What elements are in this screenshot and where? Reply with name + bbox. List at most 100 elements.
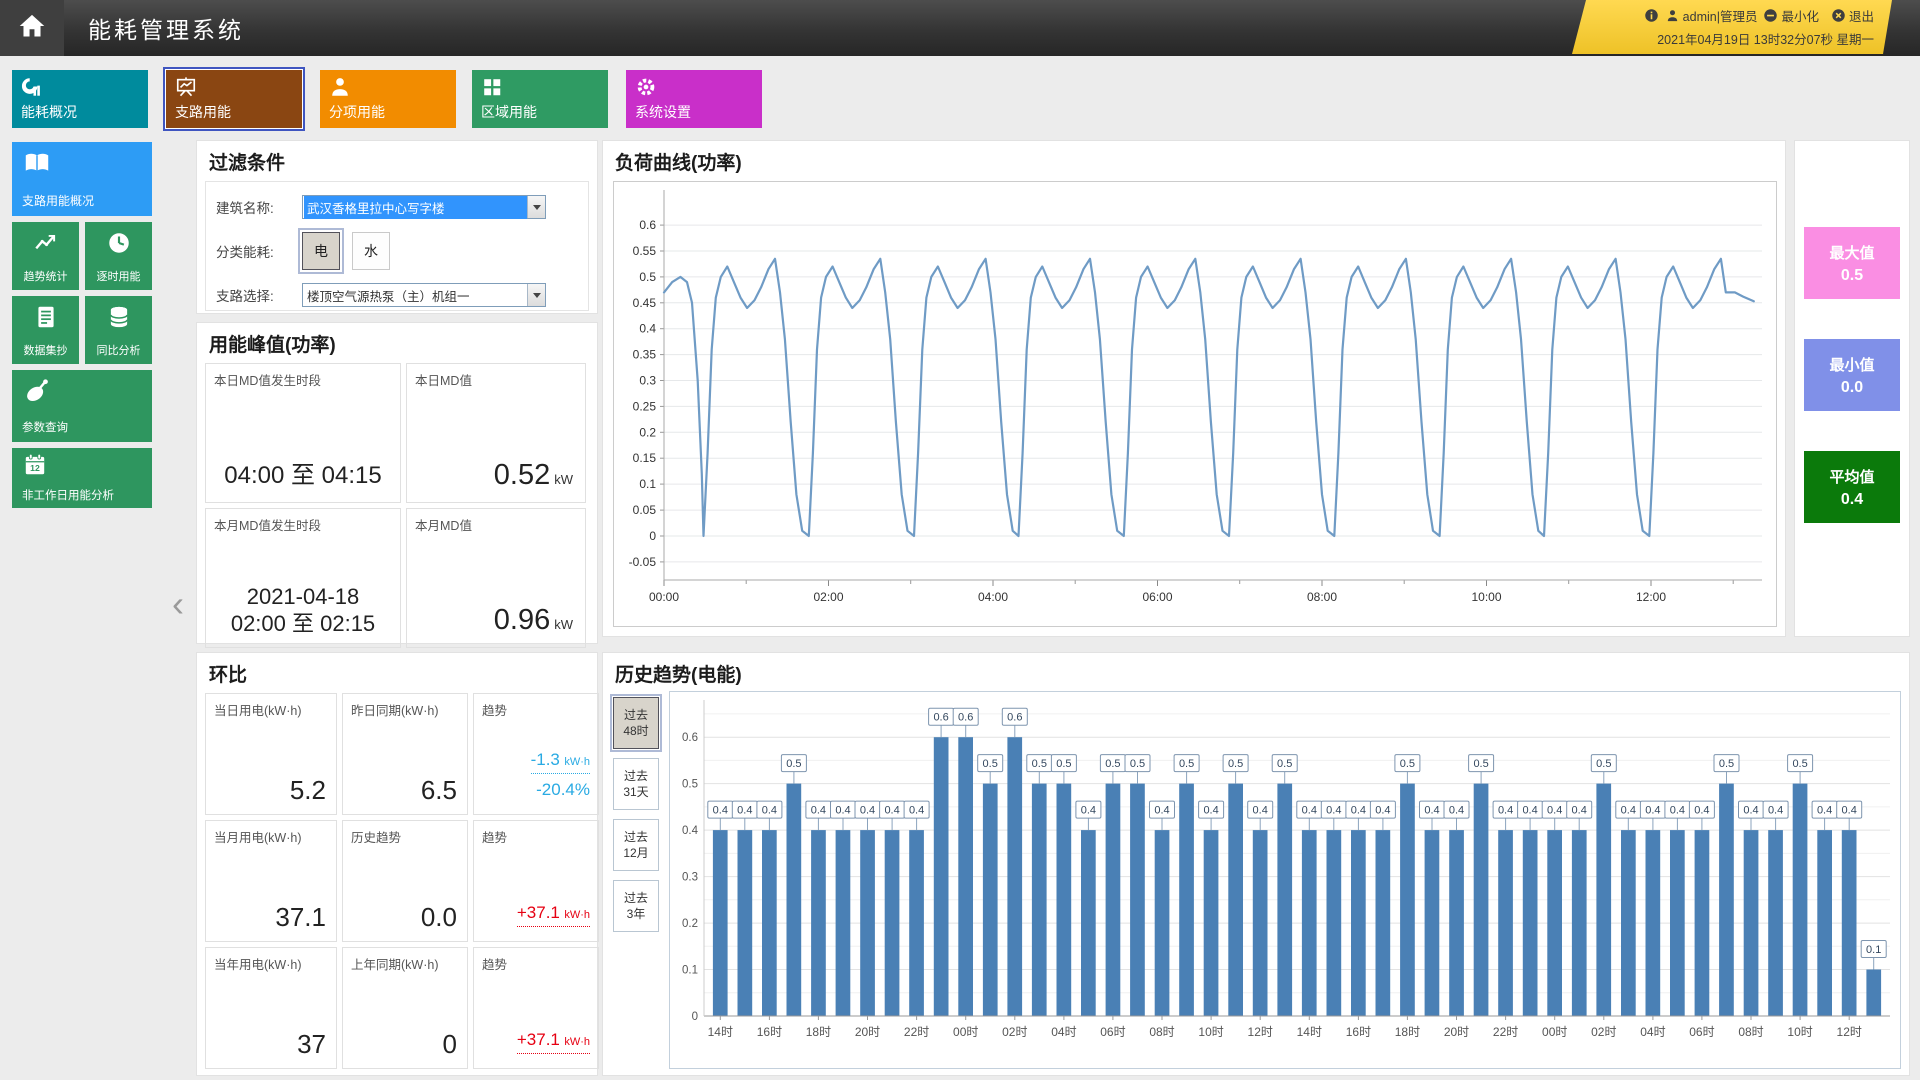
sidebar-item-label: 非工作日用能分析 xyxy=(22,487,114,503)
card-value: 0.52kW xyxy=(494,459,573,492)
svg-text:0.3: 0.3 xyxy=(639,374,656,388)
cell-value: +37.1 kW·h xyxy=(517,903,590,927)
svg-text:0.4: 0.4 xyxy=(1670,805,1685,817)
ring-comparison-title: 环比 xyxy=(209,660,597,687)
energy-type-electric-button[interactable]: 电 xyxy=(302,232,340,270)
bar xyxy=(1376,830,1391,1016)
bar xyxy=(738,830,753,1016)
svg-text:0.5: 0.5 xyxy=(682,779,698,791)
nav-tab-branch-energy[interactable]: 支路用能 xyxy=(166,70,302,128)
building-label: 建筑名称: xyxy=(216,197,302,217)
svg-text:0.15: 0.15 xyxy=(633,451,657,465)
cell-value: -1.3 kW·h -20.4% xyxy=(531,750,590,800)
bar xyxy=(983,784,998,1016)
card-label: 本月MD值发生时段 xyxy=(214,515,321,534)
sidebar-item-trend-stats[interactable]: 趋势统计 xyxy=(12,222,79,290)
logout-button[interactable]: 退出 xyxy=(1831,6,1874,25)
load-curve-title: 负荷曲线(功率) xyxy=(615,148,1785,175)
bar xyxy=(1498,830,1513,1016)
md-card-today-period: 本日MD值发生时段 04:00 至 04:15 xyxy=(205,363,401,503)
building-select[interactable]: 武汉香格里拉中心写字楼 xyxy=(302,195,546,219)
nav-tab-energy-overview[interactable]: 能耗概况 xyxy=(12,70,148,128)
cell-value: +37.1 kW·h xyxy=(517,1030,590,1054)
home-button[interactable] xyxy=(0,0,64,56)
svg-text:0.1: 0.1 xyxy=(1866,944,1881,956)
sidebar-item-hourly-energy[interactable]: 逐时用能 xyxy=(85,222,152,290)
range-button-12m[interactable]: 过去12月 xyxy=(613,819,659,871)
info-button[interactable] xyxy=(1644,8,1659,23)
svg-text:0.5: 0.5 xyxy=(1130,758,1145,770)
svg-text:04时: 04时 xyxy=(1051,1025,1076,1039)
sidebar-item-data-reading[interactable]: 数据集抄 xyxy=(12,296,79,364)
svg-text:0.55: 0.55 xyxy=(633,244,657,258)
svg-text:0.4: 0.4 xyxy=(860,805,875,817)
nav-tab-area-energy[interactable]: 区域用能 xyxy=(472,70,608,128)
svg-text:0.45: 0.45 xyxy=(633,296,657,310)
svg-text:18时: 18时 xyxy=(806,1025,831,1039)
nav-tab-category-energy[interactable]: 分项用能 xyxy=(320,70,456,128)
cell-value: 37 xyxy=(297,1029,326,1060)
energy-type-water-button[interactable]: 水 xyxy=(352,232,390,270)
user-menu[interactable]: admin|管理员 xyxy=(1665,6,1758,25)
svg-text:0.4: 0.4 xyxy=(762,805,777,817)
svg-text:0.4: 0.4 xyxy=(1572,805,1587,817)
clock-icon xyxy=(106,230,132,261)
svg-text:0.6: 0.6 xyxy=(639,218,656,232)
sidebar-collapse-chevron[interactable]: ‹ xyxy=(172,586,184,622)
bar xyxy=(1327,830,1342,1016)
presentation-chart-icon xyxy=(175,76,197,103)
hb-cell-today: 当日用电(kW·h) 5.2 xyxy=(205,693,337,815)
hb-cell-lastyear: 上年同期(kW·h) 0 xyxy=(342,947,468,1069)
svg-text:22时: 22时 xyxy=(1493,1025,1518,1039)
line-chart-svg: 0.60.550.50.450.40.350.30.250.20.150.10.… xyxy=(614,182,1774,622)
sidebar-item-branch-overview[interactable]: 支路用能概况 xyxy=(12,142,152,216)
range-button-31d[interactable]: 过去31天 xyxy=(613,758,659,810)
svg-text:02时: 02时 xyxy=(1002,1025,1027,1039)
cell-label: 昨日同期(kW·h) xyxy=(351,700,439,719)
branch-select[interactable]: 楼顶空气源热泵（主）机组一 xyxy=(302,283,546,307)
bar xyxy=(811,830,826,1016)
svg-text:0.5: 0.5 xyxy=(1792,758,1807,770)
bar xyxy=(787,784,802,1016)
chevron-down-icon xyxy=(527,284,545,306)
svg-text:0.4: 0.4 xyxy=(1621,805,1636,817)
svg-text:12时: 12时 xyxy=(1248,1025,1273,1039)
sidebar-item-yoy-analysis[interactable]: 同比分析 xyxy=(85,296,152,364)
svg-text:0.5: 0.5 xyxy=(1473,758,1488,770)
bar xyxy=(1621,830,1636,1016)
hb-cell-trend-month: 趋势 +37.1 kW·h xyxy=(473,820,599,942)
svg-text:0.4: 0.4 xyxy=(1743,805,1758,817)
svg-text:14时: 14时 xyxy=(1297,1025,1322,1039)
bar xyxy=(1228,784,1243,1016)
cell-value: 0.0 xyxy=(421,902,457,933)
sidebar-item-parameter-query[interactable]: 参数查询 xyxy=(12,370,152,442)
minimize-icon xyxy=(1763,8,1778,23)
svg-text:0.4: 0.4 xyxy=(713,805,728,817)
svg-text:0.4: 0.4 xyxy=(1326,805,1341,817)
bar xyxy=(1425,830,1440,1016)
bar xyxy=(1695,830,1710,1016)
datetime-text: 2021年04月19日 13时32分07秒 星期一 xyxy=(1572,25,1892,48)
database-icon xyxy=(106,304,132,335)
card-label: 本月MD值 xyxy=(415,515,472,534)
card-value: 04:00 至 04:15 xyxy=(206,455,400,490)
energy-dashboard: 能耗管理系统 admin|管理员 最小化 退出 2021年 xyxy=(0,0,1920,1080)
range-button-3y[interactable]: 过去3年 xyxy=(613,880,659,932)
range-button-48h[interactable]: 过去48时 xyxy=(613,697,659,749)
nav-tab-system-settings[interactable]: 系统设置 xyxy=(626,70,762,128)
svg-text:0.2: 0.2 xyxy=(682,918,698,930)
sidebar-item-nonworkday-analysis[interactable]: 12 非工作日用能分析 xyxy=(12,448,152,508)
bar xyxy=(1302,830,1317,1016)
bar xyxy=(1768,830,1783,1016)
filter-panel-title: 过滤条件 xyxy=(209,148,597,175)
svg-text:0.4: 0.4 xyxy=(1081,805,1096,817)
minimize-label: 最小化 xyxy=(1781,6,1819,25)
filter-panel: 过滤条件 建筑名称: 武汉香格里拉中心写字楼 分类能耗: 电 水 支路选择: 楼… xyxy=(196,140,598,314)
nav-tab-label: 系统设置 xyxy=(635,102,691,122)
svg-text:0.4: 0.4 xyxy=(1522,805,1537,817)
svg-text:0.25: 0.25 xyxy=(633,399,657,413)
minimize-button[interactable]: 最小化 xyxy=(1763,6,1819,25)
svg-text:0.5: 0.5 xyxy=(1032,758,1047,770)
svg-text:0.35: 0.35 xyxy=(633,348,657,362)
svg-text:06:00: 06:00 xyxy=(1142,590,1172,604)
